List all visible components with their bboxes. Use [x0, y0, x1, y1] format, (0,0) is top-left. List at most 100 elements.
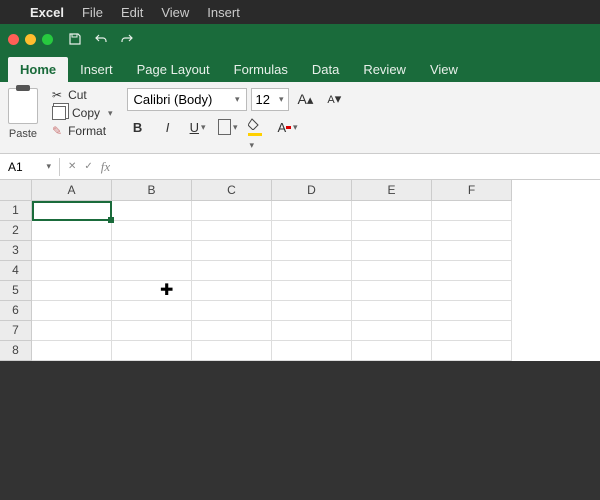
col-header-f[interactable]: F: [432, 180, 512, 201]
cell-c5[interactable]: [192, 281, 272, 301]
cell-f5[interactable]: [432, 281, 512, 301]
cell-d5[interactable]: [272, 281, 352, 301]
cell-d6[interactable]: [272, 301, 352, 321]
tab-view[interactable]: View: [418, 57, 470, 82]
col-header-d[interactable]: D: [272, 180, 352, 201]
cell-f2[interactable]: [432, 221, 512, 241]
cell-d2[interactable]: [272, 221, 352, 241]
cell-b4[interactable]: [112, 261, 192, 281]
cell-e2[interactable]: [352, 221, 432, 241]
cell-b5[interactable]: [112, 281, 192, 301]
cell-e7[interactable]: [352, 321, 432, 341]
tab-formulas[interactable]: Formulas: [222, 57, 300, 82]
cell-f7[interactable]: [432, 321, 512, 341]
tab-insert[interactable]: Insert: [68, 57, 125, 82]
cell-b7[interactable]: [112, 321, 192, 341]
cell-e3[interactable]: [352, 241, 432, 261]
cell-a3[interactable]: [32, 241, 112, 261]
cell-f1[interactable]: [432, 201, 512, 221]
italic-button[interactable]: I: [157, 117, 179, 137]
cell-c7[interactable]: [192, 321, 272, 341]
cell-c4[interactable]: [192, 261, 272, 281]
cell-e4[interactable]: [352, 261, 432, 281]
row-header-1[interactable]: 1: [0, 201, 32, 221]
col-header-a[interactable]: A: [32, 180, 112, 201]
cell-c8[interactable]: [192, 341, 272, 361]
cell-c3[interactable]: [192, 241, 272, 261]
menu-edit[interactable]: Edit: [121, 5, 143, 20]
row-header-4[interactable]: 4: [0, 261, 32, 281]
row-header-7[interactable]: 7: [0, 321, 32, 341]
row-header-8[interactable]: 8: [0, 341, 32, 361]
cell-d4[interactable]: [272, 261, 352, 281]
bold-button[interactable]: B: [127, 117, 149, 137]
cell-f6[interactable]: [432, 301, 512, 321]
undo-icon[interactable]: [93, 31, 109, 47]
col-header-e[interactable]: E: [352, 180, 432, 201]
redo-icon[interactable]: [119, 31, 135, 47]
cell-a6[interactable]: [32, 301, 112, 321]
cell-b1[interactable]: [112, 201, 192, 221]
fx-icon[interactable]: fx: [101, 159, 110, 175]
cell-b8[interactable]: [112, 341, 192, 361]
fill-color-button[interactable]: ▾: [247, 117, 269, 137]
cell-a4[interactable]: [32, 261, 112, 281]
cancel-formula-icon[interactable]: ✕: [68, 161, 76, 172]
tab-home[interactable]: Home: [8, 57, 68, 82]
cell-e6[interactable]: [352, 301, 432, 321]
cell-c2[interactable]: [192, 221, 272, 241]
menu-view[interactable]: View: [161, 5, 189, 20]
clipboard-icon[interactable]: [8, 88, 38, 124]
cell-a1[interactable]: [32, 201, 112, 221]
cell-e5[interactable]: [352, 281, 432, 301]
grow-font-button[interactable]: A▴: [293, 88, 319, 111]
borders-button[interactable]: ▾: [217, 117, 239, 137]
close-window-button[interactable]: [8, 34, 19, 45]
cell-e1[interactable]: [352, 201, 432, 221]
minimize-window-button[interactable]: [25, 34, 36, 45]
cell-f3[interactable]: [432, 241, 512, 261]
cell-e8[interactable]: [352, 341, 432, 361]
cell-d3[interactable]: [272, 241, 352, 261]
cell-b6[interactable]: [112, 301, 192, 321]
row-header-5[interactable]: 5: [0, 281, 32, 301]
cell-d1[interactable]: [272, 201, 352, 221]
cell-a7[interactable]: [32, 321, 112, 341]
select-all-corner[interactable]: [0, 180, 32, 201]
cell-d7[interactable]: [272, 321, 352, 341]
cell-b3[interactable]: [112, 241, 192, 261]
cell-a2[interactable]: [32, 221, 112, 241]
col-header-c[interactable]: C: [192, 180, 272, 201]
save-icon[interactable]: [67, 31, 83, 47]
cell-c1[interactable]: [192, 201, 272, 221]
tab-data[interactable]: Data: [300, 57, 351, 82]
font-size-select[interactable]: 12 ▾: [251, 88, 289, 111]
tab-review[interactable]: Review: [351, 57, 418, 82]
underline-button[interactable]: U▾: [187, 117, 209, 137]
cell-f8[interactable]: [432, 341, 512, 361]
cell-f4[interactable]: [432, 261, 512, 281]
spreadsheet-grid[interactable]: A B C D E F 1 2 3 4 5 6 7 8: [0, 180, 600, 361]
tab-page-layout[interactable]: Page Layout: [125, 57, 222, 82]
enter-formula-icon[interactable]: ✓: [84, 161, 92, 172]
cell-a5[interactable]: [32, 281, 112, 301]
name-box[interactable]: A1 ▾: [0, 158, 60, 176]
paste-label[interactable]: Paste: [9, 128, 37, 140]
font-color-button[interactable]: A ▾: [277, 117, 299, 137]
cell-c6[interactable]: [192, 301, 272, 321]
cut-button[interactable]: ✂ Cut: [52, 88, 113, 102]
format-painter-button[interactable]: ✎ Format: [52, 124, 113, 138]
font-name-select[interactable]: Calibri (Body) ▾: [127, 88, 247, 111]
cell-a8[interactable]: [32, 341, 112, 361]
cell-d8[interactable]: [272, 341, 352, 361]
col-header-b[interactable]: B: [112, 180, 192, 201]
app-name[interactable]: Excel: [30, 5, 64, 20]
shrink-font-button[interactable]: A▾: [322, 88, 346, 111]
row-header-2[interactable]: 2: [0, 221, 32, 241]
cell-b2[interactable]: [112, 221, 192, 241]
menu-insert[interactable]: Insert: [207, 5, 240, 20]
row-header-3[interactable]: 3: [0, 241, 32, 261]
menu-file[interactable]: File: [82, 5, 103, 20]
formula-input[interactable]: [118, 160, 592, 174]
maximize-window-button[interactable]: [42, 34, 53, 45]
